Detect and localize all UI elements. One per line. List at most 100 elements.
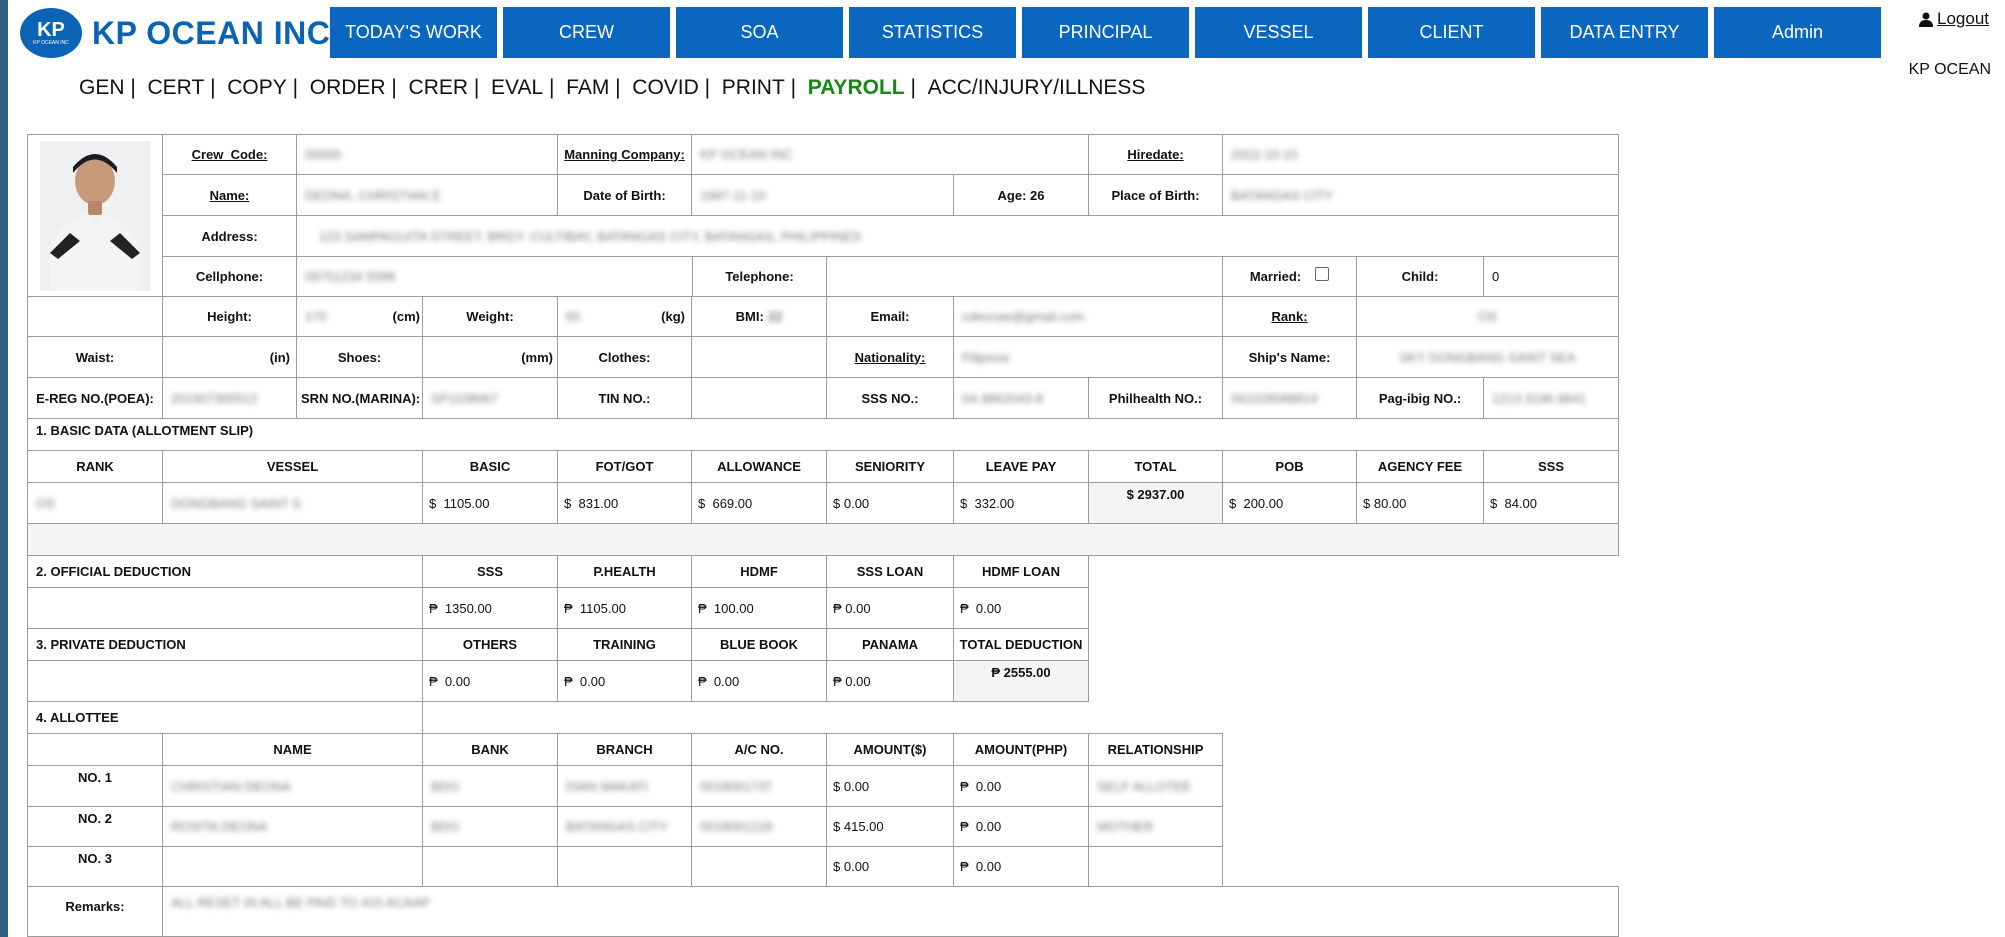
allottee-usd-field[interactable]: $ 0.00 (826, 846, 954, 887)
dob-field[interactable]: 1997-11-10 (691, 174, 954, 216)
official-sss-field[interactable]: ₱ 1350.00 (422, 587, 558, 629)
user-icon (1919, 12, 1933, 27)
ereg-value: 201907300512 (171, 390, 258, 406)
private-blue-book-field[interactable]: ₱ 0.00 (691, 660, 827, 702)
subnav-acc-injury-illness[interactable]: ACC/INJURY/ILLNESS (928, 76, 1146, 100)
allottee-name-field[interactable] (162, 846, 423, 887)
allottee-bank-field[interactable]: BDO (422, 765, 558, 807)
private-header-total-deduction: TOTAL DEDUCTION (953, 628, 1089, 661)
spacer-row (27, 523, 1619, 556)
nav-crew[interactable]: CREW (503, 7, 670, 58)
allottee-bank-field[interactable] (422, 846, 558, 887)
private-panama-field[interactable]: ₱ 0.00 (826, 660, 954, 702)
weight-field[interactable]: 65 (kg) (557, 296, 692, 337)
hiredate-field[interactable]: 2022-10-10 (1222, 134, 1619, 175)
basic-fot-field[interactable]: $ 831.00 (557, 482, 692, 524)
waist-field[interactable]: (in) (162, 336, 297, 378)
allottee-usd-value: 0.00 (843, 778, 870, 794)
nationality-field[interactable]: Filipinos (953, 336, 1223, 378)
allottee-relationship-field[interactable] (1088, 846, 1223, 887)
allottee-ac-field[interactable] (691, 846, 827, 887)
brand-logo[interactable]: KP KP OCEAN INC KP OCEAN INC (20, 6, 330, 60)
subnav-copy[interactable]: COPY (227, 76, 287, 100)
subnav-eval[interactable]: EVAL (491, 76, 543, 100)
name-field[interactable]: DEONA, CHRISTIAN E (296, 174, 558, 216)
allottee-relationship-field[interactable]: SELF ALLOTEE (1088, 765, 1223, 807)
allottee-php-field[interactable]: ₱ 0.00 (953, 846, 1089, 887)
address-field[interactable]: 123 SAMPAGUITA STREET, BRGY. CULTIBAY, B… (296, 215, 1619, 257)
subnav-cert[interactable]: CERT (147, 76, 204, 100)
nav-principal[interactable]: PRINCIPAL (1022, 7, 1189, 58)
dob-label: Date of Birth: (557, 174, 692, 216)
basic-basic-field[interactable]: $ 1105.00 (422, 482, 558, 524)
child-field[interactable]: 0 (1483, 256, 1619, 297)
subnav-payroll[interactable]: PAYROLL (808, 76, 905, 100)
allottee-ac-field[interactable]: 0018001737 (691, 765, 827, 807)
basic-agency-field[interactable]: $ 80.00 (1356, 482, 1484, 524)
nav-todays-work[interactable]: TODAY'S WORK (330, 7, 497, 58)
basic-vessel-field[interactable]: DONGBANG SAINT S (162, 482, 423, 524)
basic-header-allowance: ALLOWANCE (691, 450, 827, 483)
subnav-order[interactable]: ORDER (310, 76, 386, 100)
pagibig-field[interactable]: 1213 3196 6841 (1483, 377, 1619, 419)
nav-client[interactable]: CLIENT (1368, 7, 1535, 58)
cellphone-field[interactable]: 09751234 5588 (296, 256, 693, 297)
subnav-fam[interactable]: FAM (566, 76, 609, 100)
height-field[interactable]: 170 (cm) (296, 296, 423, 337)
telephone-field[interactable] (826, 256, 1223, 297)
basic-allowance-field[interactable]: $ 669.00 (691, 482, 827, 524)
private-others-field[interactable]: ₱ 0.00 (422, 660, 558, 702)
allottee-relationship-field[interactable]: MOTHER (1088, 806, 1223, 847)
basic-seniority-field[interactable]: $ 0.00 (826, 482, 954, 524)
ereg-field[interactable]: 201907300512 (162, 377, 297, 419)
nav-vessel[interactable]: VESSEL (1195, 7, 1362, 58)
allottee-name-field[interactable]: ROSITA DEONA (162, 806, 423, 847)
sss-no-field[interactable]: 04-3862043-8 (953, 377, 1089, 419)
nav-data-entry[interactable]: DATA ENTRY (1541, 7, 1708, 58)
basic-sss-field[interactable]: $ 84.00 (1483, 482, 1619, 524)
basic-rank-field[interactable]: OS (27, 482, 163, 524)
subnav-print[interactable]: PRINT (722, 76, 785, 100)
shoes-field[interactable]: (mm) (422, 336, 558, 378)
tin-field[interactable] (691, 377, 827, 419)
official-sss-loan-field[interactable]: ₱ 0.00 (826, 587, 954, 629)
crew-code-field[interactable]: 00000 (296, 134, 558, 175)
nav-soa[interactable]: SOA (676, 7, 843, 58)
subnav-crer[interactable]: CRER (409, 76, 469, 100)
clothes-field[interactable] (691, 336, 827, 378)
private-training-field[interactable]: ₱ 0.00 (557, 660, 692, 702)
rank-field[interactable]: OS (1356, 296, 1619, 337)
email-field[interactable]: cdeonae@gmail.com (953, 296, 1223, 337)
subnav-gen[interactable]: GEN (79, 76, 125, 100)
allottee-php-field[interactable]: ₱ 0.00 (953, 765, 1089, 807)
allottee-bank-field[interactable]: BDO (422, 806, 558, 847)
pob-field[interactable]: BATANGAS CITY (1222, 174, 1619, 216)
pagibig-value: 1213 3196 6841 (1492, 390, 1586, 406)
manning-company-field[interactable]: KP OCEAN INC (691, 134, 1089, 175)
nav-statistics[interactable]: STATISTICS (849, 7, 1016, 58)
married-checkbox[interactable] (1315, 266, 1330, 281)
left-edge-bar (0, 0, 8, 937)
allottee-branch-field[interactable]: DIAN MAKATI (557, 765, 692, 807)
official-hdmf-field[interactable]: ₱ 100.00 (691, 587, 827, 629)
allottee-branch-field[interactable]: BATANGAS CITY (557, 806, 692, 847)
allottee-name-field[interactable]: CHRISTIAN DEONA (162, 765, 423, 807)
srn-field[interactable]: SP1108067 (422, 377, 558, 419)
allottee-usd-field[interactable]: $ 0.00 (826, 765, 954, 807)
allottee-php-field[interactable]: ₱ 0.00 (953, 806, 1089, 847)
allottee-ac-field[interactable]: 0018001218 (691, 806, 827, 847)
allottee-branch-field[interactable] (557, 846, 692, 887)
remarks-field[interactable]: ALL RESET IN ALL BE PAID TO 415 ACAAP (162, 886, 1619, 937)
logout-link[interactable]: Logout (1919, 9, 1989, 29)
subnav-covid[interactable]: COVID (632, 76, 699, 100)
philhealth-field[interactable]: 061028088814 (1222, 377, 1357, 419)
allottee-usd-field[interactable]: $ 415.00 (826, 806, 954, 847)
official-phealth-field[interactable]: ₱ 1105.00 (557, 587, 692, 629)
nav-admin[interactable]: Admin (1714, 7, 1881, 58)
logout-label: Logout (1937, 9, 1989, 28)
official-hdmf-loan-field[interactable]: ₱ 0.00 (953, 587, 1089, 629)
crew-photo (40, 140, 150, 291)
ship-name-field[interactable]: SKY DONGBANG SAINT SEA (1356, 336, 1619, 378)
basic-pob-field[interactable]: $ 200.00 (1222, 482, 1357, 524)
basic-leave-field[interactable]: $ 332.00 (953, 482, 1089, 524)
